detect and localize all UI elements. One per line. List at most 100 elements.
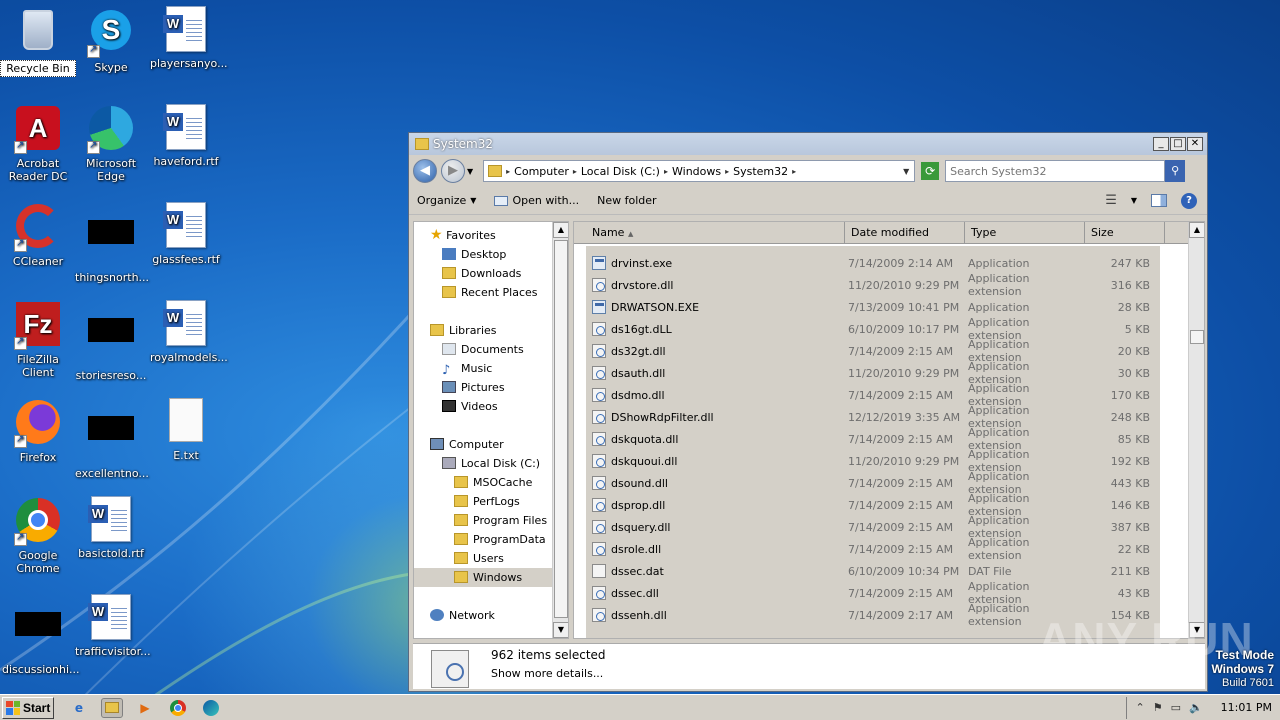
desktop-icon-7[interactable]: thingsnorth... — [73, 202, 149, 285]
scrollbar-thumb[interactable] — [1190, 330, 1204, 344]
file-row[interactable]: DShowRdpFilter.dll 12/12/2019 3:35 AM Appl… — [586, 404, 1154, 430]
nav-videos[interactable]: Videos — [414, 397, 554, 416]
desktop-icon-6[interactable]: CCleaner — [0, 202, 76, 269]
desktop-icon-15[interactable]: Google Chrome — [0, 496, 76, 576]
volume-icon[interactable]: 🔈 — [1189, 701, 1203, 714]
title-bar[interactable]: System32 _ □ ✕ — [409, 133, 1207, 155]
file-row[interactable]: ds32gt.dll 7/14/2009 2:15 AM Application e… — [586, 338, 1154, 364]
nav-programdata[interactable]: ProgramData — [414, 530, 554, 549]
refresh-button[interactable]: ⟳ — [921, 162, 940, 180]
file-row[interactable]: ds16gt.dLL 6/10/2009 10:17 PM Application … — [586, 316, 1154, 342]
nav-libraries[interactable]: Libraries — [414, 321, 554, 340]
navigation-pane[interactable]: ★ Favorites Desktop Downloads Recent Pla… — [413, 221, 569, 639]
desktop-icon-1[interactable]: S Skype — [73, 6, 149, 75]
chrome-icon[interactable] — [167, 698, 189, 718]
file-row[interactable]: dsprop.dll 7/14/2009 2:15 AM Application e… — [586, 492, 1154, 518]
organize-button[interactable]: Organize ▼ — [417, 194, 476, 207]
scroll-up-button[interactable]: ▲ — [553, 222, 568, 238]
start-button[interactable]: Start — [2, 696, 54, 719]
nav-documents[interactable]: Documents — [414, 340, 554, 359]
recent-pages-dropdown[interactable]: ▼ — [467, 167, 473, 176]
desktop-icon-2[interactable]: playersanyo... — [148, 6, 228, 71]
desktop-icon-0[interactable]: Recycle Bin — [0, 6, 76, 77]
file-row[interactable]: dssec.dll 7/14/2009 2:15 AM Application ex… — [586, 580, 1154, 606]
nav-scrollbar[interactable]: ▲ ▼ — [552, 222, 568, 638]
desktop-icon-12[interactable]: Firefox — [0, 398, 76, 465]
file-row[interactable]: dsauth.dll 11/20/2010 9:29 PM Application … — [586, 360, 1154, 386]
nav-favorites[interactable]: ★ Favorites — [414, 226, 554, 245]
search-icon[interactable]: ⚲ — [1165, 160, 1186, 182]
new-folder-button[interactable]: New folder — [597, 194, 656, 207]
file-scrollbar[interactable]: ▲ ▼ — [1188, 222, 1204, 638]
desktop-icon-11[interactable]: royalmodels... — [148, 300, 228, 365]
clock[interactable]: 11:01 PM — [1221, 701, 1272, 714]
nav-users[interactable]: Users — [414, 549, 554, 568]
desktop-icon-3[interactable]: A Acrobat Reader DC — [0, 104, 76, 184]
nav-program-files[interactable]: Program Files — [414, 511, 554, 530]
breadcrumb-computer[interactable]: Computer — [506, 165, 569, 178]
nav-pictures[interactable]: Pictures — [414, 378, 554, 397]
breadcrumb-children-dropdown[interactable] — [792, 167, 796, 176]
show-more-details-link[interactable]: Show more details... — [491, 667, 603, 680]
breadcrumb-local-disk[interactable]: Local Disk (C:) — [573, 165, 660, 178]
scroll-down-button[interactable]: ▼ — [553, 622, 568, 638]
column-name[interactable]: Name ▲ — [586, 222, 845, 243]
preview-pane-icon[interactable] — [1151, 194, 1167, 207]
explorer-window[interactable]: System32 _ □ ✕ ◀ ▶ ▼ Computer Local Disk… — [408, 132, 1208, 692]
file-row[interactable]: drvinst.exe 7/14/2009 2:14 AM Application 2… — [586, 252, 1154, 274]
explorer-taskbar-button[interactable] — [101, 697, 123, 718]
nav-computer[interactable]: Computer — [414, 435, 554, 454]
view-options-icon[interactable]: ☰ — [1105, 193, 1117, 208]
close-button[interactable]: ✕ — [1187, 137, 1203, 151]
desktop-icon-13[interactable]: excellentno... — [73, 398, 149, 481]
desktop-icon-14[interactable]: E.txt — [148, 398, 224, 463]
nav-perflogs[interactable]: PerfLogs — [414, 492, 554, 511]
network-tray-icon[interactable]: ▭ — [1171, 701, 1181, 714]
file-row[interactable]: drvstore.dll 11/20/2010 9:29 PM Applicatio… — [586, 272, 1154, 298]
nav-local-disk[interactable]: Local Disk (C:) — [414, 454, 554, 473]
search-input[interactable] — [945, 160, 1166, 182]
desktop-icon-8[interactable]: glassfees.rtf — [148, 202, 224, 267]
column-size[interactable]: Size — [1085, 222, 1165, 243]
desktop-icon-16[interactable]: basictold.rtf — [73, 496, 149, 561]
desktop-icon-4[interactable]: Microsoft Edge — [73, 104, 149, 184]
desktop-icon-10[interactable]: storiesreso... — [73, 300, 149, 383]
address-history-dropdown[interactable]: ▼ — [898, 167, 914, 176]
file-row[interactable]: dskquota.dll 7/14/2009 2:15 AM Application… — [586, 426, 1154, 452]
nav-desktop[interactable]: Desktop — [414, 245, 554, 264]
view-dropdown[interactable]: ▼ — [1131, 196, 1137, 205]
scrollbar-thumb[interactable] — [554, 240, 568, 618]
minimize-button[interactable]: _ — [1153, 137, 1169, 151]
help-icon[interactable]: ? — [1181, 192, 1197, 209]
media-player-icon[interactable]: ▶ — [134, 698, 156, 718]
desktop-icon-9[interactable]: Fz FileZilla Client — [0, 300, 76, 380]
nav-recent-places[interactable]: Recent Places — [414, 283, 554, 302]
desktop-icon-17[interactable]: discussionhi... — [0, 594, 80, 677]
nav-downloads[interactable]: Downloads — [414, 264, 554, 283]
desktop-icon-5[interactable]: haveford.rtf — [148, 104, 224, 169]
forward-button[interactable]: ▶ — [441, 159, 465, 183]
column-date-modified[interactable]: Date modified — [845, 222, 965, 243]
nav-network[interactable]: Network — [414, 606, 554, 625]
internet-explorer-icon[interactable]: e — [68, 698, 90, 718]
nav-music[interactable]: ♪ Music — [414, 359, 554, 378]
open-with-button[interactable]: Open with... — [494, 194, 579, 207]
breadcrumb-windows[interactable]: Windows — [664, 165, 721, 178]
nav-msocache[interactable]: MSOCache — [414, 473, 554, 492]
file-list[interactable]: Name ▲ Date modified Type Size drvinst.e… — [573, 221, 1205, 639]
maximize-button[interactable]: □ — [1170, 137, 1186, 151]
desktop-icon-18[interactable]: trafficvisitor... — [73, 594, 151, 659]
scroll-up-button[interactable]: ▲ — [1189, 222, 1204, 238]
file-row[interactable]: DRWATSON.EXE 7/13/2009 10:41 PM Applicatio… — [586, 296, 1154, 318]
address-bar[interactable]: Computer Local Disk (C:) Windows System3… — [483, 160, 916, 182]
show-hidden-icons-icon[interactable]: ⌃ — [1135, 701, 1144, 714]
back-button[interactable]: ◀ — [413, 159, 437, 183]
nav-windows[interactable]: Windows — [414, 568, 554, 587]
file-row[interactable]: dskquoui.dll 11/20/2010 9:29 PM Applicatio… — [586, 448, 1154, 474]
file-row[interactable]: dssec.dat 6/10/2009 10:34 PM DAT File 211 K… — [586, 560, 1154, 582]
breadcrumb-system32[interactable]: System32 — [725, 165, 788, 178]
edge-icon[interactable] — [200, 698, 222, 718]
file-row[interactable]: dsdmo.dll 7/14/2009 2:15 AM Application ex… — [586, 382, 1154, 408]
file-row[interactable]: dsound.dll 7/14/2009 2:15 AM Application e… — [586, 470, 1154, 496]
file-row[interactable]: dsquery.dll 7/14/2009 2:15 AM Application … — [586, 514, 1154, 540]
